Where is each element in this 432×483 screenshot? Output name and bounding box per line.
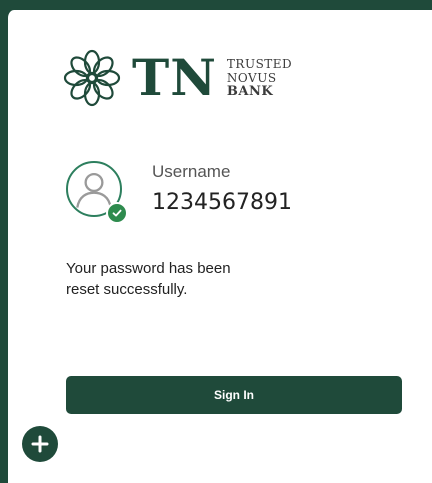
logo-mark: TN xyxy=(132,48,217,107)
bank-logo: TN TRUSTED NOVUS BANK xyxy=(62,48,292,108)
login-panel: TN TRUSTED NOVUS BANK Username 123456789… xyxy=(6,10,432,483)
user-identity: Username 1234567891 xyxy=(66,154,386,234)
logo-name-line3: BANK xyxy=(226,84,274,99)
flower-logo-icon xyxy=(63,49,121,107)
logo-name-line1: TRUSTED xyxy=(226,57,293,71)
plus-circle-icon[interactable] xyxy=(22,426,58,462)
logo-name-line2: NOVUS xyxy=(226,71,277,85)
reset-success-message: Your password has been reset successfull… xyxy=(66,260,231,298)
username-label: Username xyxy=(152,162,231,181)
check-circle-icon xyxy=(106,202,128,224)
username-value: 1234567891 xyxy=(152,190,292,215)
sign-in-button[interactable]: Sign In xyxy=(66,376,402,414)
logo-bank-name: TRUSTED NOVUS BANK xyxy=(227,57,292,99)
